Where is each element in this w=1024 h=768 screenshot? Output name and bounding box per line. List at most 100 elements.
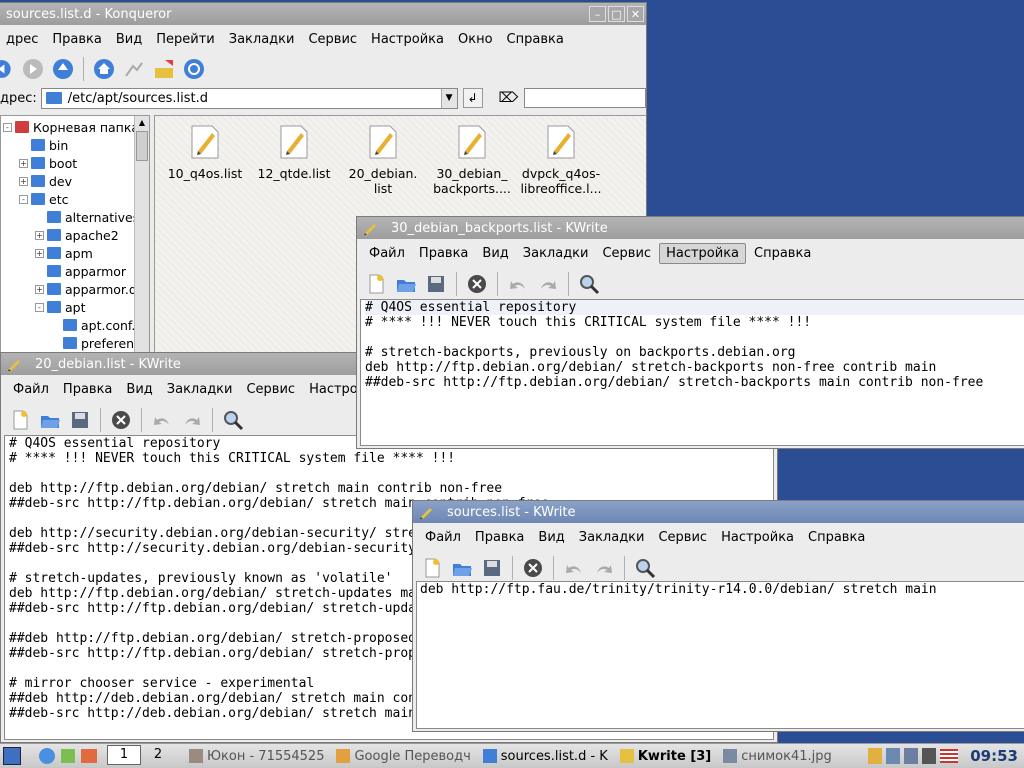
search-input[interactable] (524, 88, 646, 108)
desktop-2[interactable]: 2 (141, 745, 175, 765)
undo-icon[interactable] (149, 407, 175, 433)
menu-item[interactable]: Справка (802, 528, 871, 547)
menu-item[interactable]: Вид (532, 528, 570, 547)
open-folder-icon[interactable] (393, 271, 419, 297)
close-document-icon[interactable] (464, 271, 490, 297)
find-icon[interactable] (632, 555, 658, 581)
address-combobox[interactable]: /etc/apt/sources.list.d ▼ (40, 87, 458, 109)
kwrite-sources-titlebar[interactable]: sources.list - KWrite (413, 501, 1024, 523)
expand-icon[interactable]: + (35, 284, 44, 294)
taskbar-task[interactable]: снимок41.jpg (717, 745, 838, 767)
expand-icon[interactable]: + (19, 176, 28, 186)
close-button[interactable]: ✕ (627, 6, 644, 22)
save-icon[interactable] (67, 407, 93, 433)
clock[interactable]: 09:53 (970, 747, 1018, 765)
collapse-icon[interactable]: - (19, 194, 28, 204)
menu-item[interactable]: Правка (46, 30, 107, 49)
signal-icon[interactable] (904, 748, 919, 764)
tree-item[interactable]: alternatives (1, 208, 149, 226)
menu-item[interactable]: Сервис (240, 380, 301, 399)
menu-item[interactable]: Перейти (150, 30, 221, 49)
menu-item[interactable]: Настройка (659, 242, 747, 264)
expand-icon[interactable]: + (19, 158, 28, 168)
taskbar-task[interactable]: Kwrite [3] (614, 745, 717, 767)
tree-item[interactable]: + apm (1, 244, 149, 262)
up-icon[interactable] (50, 56, 76, 82)
new-document-icon[interactable] (363, 271, 389, 297)
save-icon[interactable] (479, 555, 505, 581)
menu-item[interactable]: Вид (476, 244, 514, 263)
taskbar-task[interactable]: sources.list.d - K (477, 745, 614, 767)
tree-item[interactable]: + boot (1, 154, 149, 172)
minimize-button[interactable]: – (589, 6, 606, 22)
file-icon[interactable]: dvpck_q4os-libreoffice.l... (501, 125, 621, 196)
find-icon[interactable] (576, 271, 602, 297)
undo-icon[interactable] (505, 271, 531, 297)
konqueror-icon[interactable] (181, 56, 207, 82)
menu-item[interactable]: Правка (413, 244, 474, 263)
reload-icon[interactable] (121, 56, 147, 82)
menu-item[interactable]: Правка (57, 380, 118, 399)
menu-item[interactable]: Вид (110, 30, 148, 49)
redo-icon[interactable] (591, 555, 617, 581)
home-launcher-icon[interactable] (81, 749, 97, 763)
kwrite-backports-titlebar[interactable]: 30_debian_backports.list - KWrite (357, 217, 1024, 239)
go-icon[interactable]: ↲ (462, 88, 483, 108)
close-document-icon[interactable] (520, 555, 546, 581)
open-folder-icon[interactable] (37, 407, 63, 433)
tree-item[interactable]: apt.conf.d (1, 316, 149, 334)
keyboard-icon[interactable] (868, 748, 883, 764)
menu-item[interactable]: Сервис (302, 30, 363, 49)
address-input[interactable]: /etc/apt/sources.list.d (68, 91, 441, 106)
tree-item[interactable]: + apparmor.d (1, 280, 149, 298)
new-document-icon[interactable] (419, 555, 445, 581)
find-icon[interactable] (220, 407, 246, 433)
tree-item[interactable]: apparmor (1, 262, 149, 280)
close-document-icon[interactable] (108, 407, 134, 433)
dropdown-arrow-icon[interactable]: ▼ (440, 88, 457, 108)
redo-icon[interactable] (179, 407, 205, 433)
redo-icon[interactable] (535, 271, 561, 297)
menu-item[interactable]: Справка (748, 244, 817, 263)
menu-item[interactable]: Настройка (715, 528, 800, 547)
terminal-launcher-icon[interactable] (61, 749, 75, 763)
menu-item[interactable]: Файл (363, 244, 411, 263)
menu-item[interactable]: Справка (501, 30, 570, 49)
taskbar-task[interactable]: Юкон - 71554525 (183, 745, 330, 767)
undo-icon[interactable] (561, 555, 587, 581)
clear-location-icon[interactable]: ⌦ (499, 90, 519, 106)
network-icon[interactable] (886, 748, 901, 764)
taskbar-task[interactable]: Google Переводч (330, 745, 476, 767)
menu-item[interactable]: дрес (0, 30, 44, 49)
tree-item[interactable]: + apache2 (1, 226, 149, 244)
collapse-icon[interactable]: - (3, 122, 12, 132)
menu-item[interactable]: Вид (120, 380, 158, 399)
desktop-1[interactable]: 1 (107, 745, 141, 765)
expand-icon[interactable]: + (35, 230, 44, 240)
menu-item[interactable]: Сервис (652, 528, 713, 547)
forward-icon[interactable] (20, 56, 46, 82)
menu-item[interactable]: Закладки (573, 528, 651, 547)
start-menu-icon[interactable] (3, 747, 21, 765)
save-icon[interactable] (423, 271, 449, 297)
text-editor[interactable]: # Q4OS essential repository # **** !!! NE… (360, 299, 1024, 446)
menu-item[interactable]: Закладки (223, 30, 301, 49)
tree-item[interactable]: - Корневая папка (1, 118, 149, 136)
konqueror-titlebar[interactable]: sources.list.d - Konqueror – □ ✕ (0, 3, 646, 25)
back-icon[interactable] (0, 56, 16, 82)
menu-item[interactable]: Сервис (596, 244, 657, 263)
menu-item[interactable]: Окно (452, 30, 499, 49)
menu-item[interactable]: Правка (469, 528, 530, 547)
open-folder-icon[interactable] (449, 555, 475, 581)
expand-icon[interactable]: + (35, 248, 44, 258)
stop-icon[interactable] (151, 56, 177, 82)
tree-item[interactable]: preferences (1, 334, 149, 352)
tree-item[interactable]: - etc (1, 190, 149, 208)
maximize-button[interactable]: □ (608, 6, 625, 22)
tree-item[interactable]: bin (1, 136, 149, 154)
home-icon[interactable] (91, 56, 117, 82)
volume-icon[interactable] (922, 748, 937, 764)
tree-item[interactable]: - apt (1, 298, 149, 316)
tree-item[interactable]: + dev (1, 172, 149, 190)
menu-item[interactable]: Файл (7, 380, 55, 399)
